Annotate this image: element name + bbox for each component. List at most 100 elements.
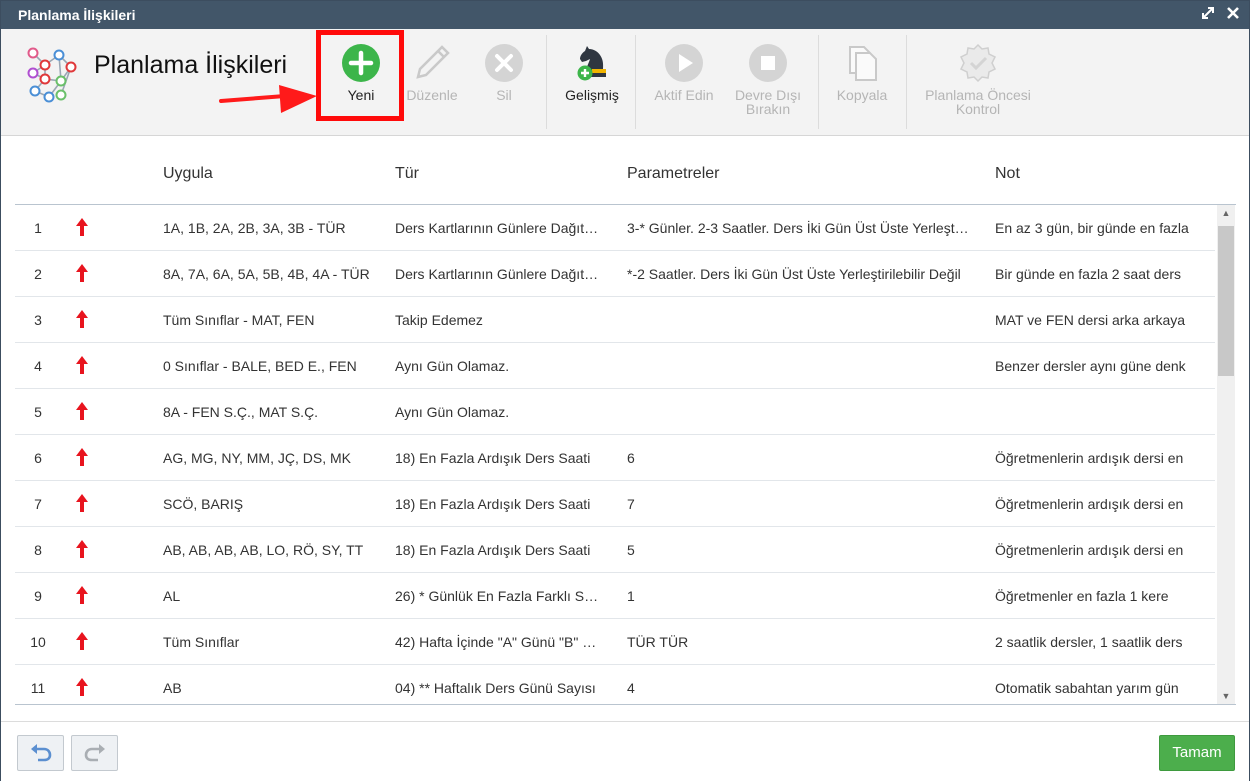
edit-label: Düzenle xyxy=(406,87,458,103)
table-bottom-border xyxy=(15,704,1236,705)
play-icon xyxy=(665,44,703,82)
table-row[interactable]: 4 0 Sınıflar - BALE, BED E., FEN Aynı Gün … xyxy=(15,343,1215,389)
relations-table: Uygula Tür Parametreler Not 1 1A, 1B, 2A,… xyxy=(15,137,1236,707)
apply-cell: 8A, 7A, 6A, 5A, 5B, 4B, 4A - TÜR xyxy=(163,266,370,282)
row-number: 7 xyxy=(34,496,42,512)
toolbar-separator xyxy=(635,35,636,129)
apply-cell: Tüm Sınıflar xyxy=(163,634,240,650)
undo-button[interactable] xyxy=(17,735,64,771)
redo-button[interactable] xyxy=(71,735,118,771)
maximize-icon[interactable] xyxy=(1200,6,1216,22)
chess-knight-icon xyxy=(577,46,606,81)
column-header-apply[interactable]: Uygula xyxy=(163,165,213,183)
advanced-button[interactable]: Gelişmiş xyxy=(557,29,627,129)
priority-up-arrow-icon xyxy=(75,493,89,513)
x-circle-icon xyxy=(485,44,523,82)
close-icon[interactable] xyxy=(1225,6,1241,22)
new-button-highlight xyxy=(316,30,404,121)
deactivate-label: Devre Dışı Bırakın xyxy=(734,87,802,117)
pre-planning-check-button[interactable]: Planlama Öncesi Kontrol xyxy=(914,29,1042,129)
ok-button[interactable]: Tamam xyxy=(1159,735,1235,771)
check-badge-icon xyxy=(959,43,997,83)
parameters-cell: TÜR TÜR xyxy=(627,634,689,650)
network-logo-icon xyxy=(27,47,77,103)
undo-icon xyxy=(31,744,52,762)
advanced-label: Gelişmiş xyxy=(565,87,619,103)
parameters-cell: 7 xyxy=(627,496,635,512)
scroll-up-icon[interactable]: ▲ xyxy=(1217,205,1235,221)
priority-up-arrow-icon xyxy=(75,677,89,697)
toolbar-separator xyxy=(906,35,907,129)
table-header: Uygula Tür Parametreler Not xyxy=(15,137,1236,205)
toolbar-separator xyxy=(818,35,819,129)
window-titlebar: Planlama İlişkileri xyxy=(1,1,1249,29)
row-number: 4 xyxy=(34,358,42,374)
note-cell: Bir günde en fazla 2 saat ders xyxy=(995,266,1182,282)
type-cell: Aynı Gün Olamaz. xyxy=(395,358,510,374)
toolbar-separator xyxy=(546,35,547,129)
redo-icon xyxy=(84,744,105,762)
table-row[interactable]: 10 Tüm Sınıflar 42) Hafta İçinde "A" Günü … xyxy=(15,619,1215,665)
apply-cell: 0 Sınıflar - BALE, BED E., FEN xyxy=(163,358,357,374)
column-header-parameters[interactable]: Parametreler xyxy=(627,165,719,183)
table-row[interactable]: 2 8A, 7A, 6A, 5A, 5B, 4B, 4A - TÜR Ders Ka… xyxy=(15,251,1215,297)
toolbar: Planlama İlişkileri Yeni Düzenle Sil Gel… xyxy=(1,29,1249,136)
priority-up-arrow-icon xyxy=(75,539,89,559)
scroll-down-icon[interactable]: ▼ xyxy=(1217,688,1235,704)
apply-cell: Tüm Sınıflar - MAT, FEN xyxy=(163,312,315,328)
note-cell: En az 3 gün, bir günde en fazla xyxy=(995,220,1189,236)
priority-up-arrow-icon xyxy=(75,355,89,375)
activate-button[interactable]: Aktif Edin xyxy=(646,29,722,129)
table-row[interactable]: 9 AL 26) * Günlük En Fazla Farklı Sınıf 1 Öğ… xyxy=(15,573,1215,619)
row-number: 8 xyxy=(34,542,42,558)
parameters-cell: 4 xyxy=(627,680,635,696)
edit-button[interactable]: Düzenle xyxy=(399,29,465,129)
priority-up-arrow-icon xyxy=(75,309,89,329)
table-row[interactable]: 6 AG, MG, NY, MM, JÇ, DS, MK 18) En Fazla … xyxy=(15,435,1215,481)
table-row[interactable]: 1 1A, 1B, 2A, 2B, 3A, 3B - TÜR Ders Kartla… xyxy=(15,205,1215,251)
copy-button[interactable]: Kopyala xyxy=(827,29,897,129)
note-cell: Öğretmenlerin ardışık dersi en xyxy=(995,496,1184,512)
type-cell: Takip Edemez xyxy=(395,312,483,328)
type-cell: 18) En Fazla Ardışık Ders Saati xyxy=(395,450,591,466)
type-cell: 18) En Fazla Ardışık Ders Saati xyxy=(395,496,591,512)
table-row[interactable]: 5 8A - FEN S.Ç., MAT S.Ç. Aynı Gün Olamaz. xyxy=(15,389,1215,435)
window-title: Planlama İlişkileri xyxy=(18,7,136,23)
priority-up-arrow-icon xyxy=(75,401,89,421)
apply-cell: 8A - FEN S.Ç., MAT S.Ç. xyxy=(163,404,319,420)
type-cell: 18) En Fazla Ardışık Ders Saati xyxy=(395,542,591,558)
planning-relations-window: Planlama İlişkileri Planlama İlişkileri xyxy=(0,0,1250,781)
column-header-type[interactable]: Tür xyxy=(395,165,419,183)
copy-label: Kopyala xyxy=(836,87,888,103)
table-row[interactable]: 7 SCÖ, BARIŞ 18) En Fazla Ardışık Ders Saa… xyxy=(15,481,1215,527)
note-cell: Öğretmenlerin ardışık dersi en xyxy=(995,542,1184,558)
delete-button[interactable]: Sil xyxy=(474,29,534,129)
row-number: 2 xyxy=(34,266,42,282)
column-header-note[interactable]: Not xyxy=(995,165,1020,183)
type-cell: Aynı Gün Olamaz. xyxy=(395,404,510,420)
apply-cell: AL xyxy=(163,588,181,604)
note-cell: Otomatik sabahtan yarım gün xyxy=(995,680,1179,696)
activate-label: Aktif Edin xyxy=(654,87,714,103)
table-body: 1 1A, 1B, 2A, 2B, 3A, 3B - TÜR Ders Kartla… xyxy=(15,205,1215,704)
red-arrow-icon xyxy=(219,85,317,113)
parameters-cell: 6 xyxy=(627,450,635,466)
pre-planning-check-label: Planlama Öncesi Kontrol xyxy=(925,87,1031,117)
table-row[interactable]: 3 Tüm Sınıflar - MAT, FEN Takip Edemez MAT … xyxy=(15,297,1215,343)
apply-cell: AB, AB, AB, AB, LO, RÖ, SY, TT xyxy=(163,542,364,558)
type-cell: Ders Kartlarının Günlere Dağıtılması xyxy=(395,220,601,236)
vertical-scrollbar[interactable]: ▲ ▼ xyxy=(1217,205,1235,704)
footer-bar: Tamam xyxy=(1,721,1249,781)
row-number: 10 xyxy=(30,634,46,650)
table-row[interactable]: 11 AB 04) ** Haftalık Ders Günü Sayısı 4 Oto… xyxy=(15,665,1215,704)
parameters-cell: 5 xyxy=(627,542,635,558)
priority-up-arrow-icon xyxy=(75,585,89,605)
table-row[interactable]: 8 AB, AB, AB, AB, LO, RÖ, SY, TT 18) En Fa… xyxy=(15,527,1215,573)
scrollbar-thumb[interactable] xyxy=(1218,226,1234,376)
note-cell: Benzer dersler aynı güne denk xyxy=(995,358,1186,374)
apply-cell: AG, MG, NY, MM, JÇ, DS, MK xyxy=(163,450,351,466)
deactivate-button[interactable]: Devre Dışı Bırakın xyxy=(727,29,809,129)
priority-up-arrow-icon xyxy=(75,447,89,467)
row-number: 3 xyxy=(34,312,42,328)
type-cell: 04) ** Haftalık Ders Günü Sayısı xyxy=(395,680,596,696)
